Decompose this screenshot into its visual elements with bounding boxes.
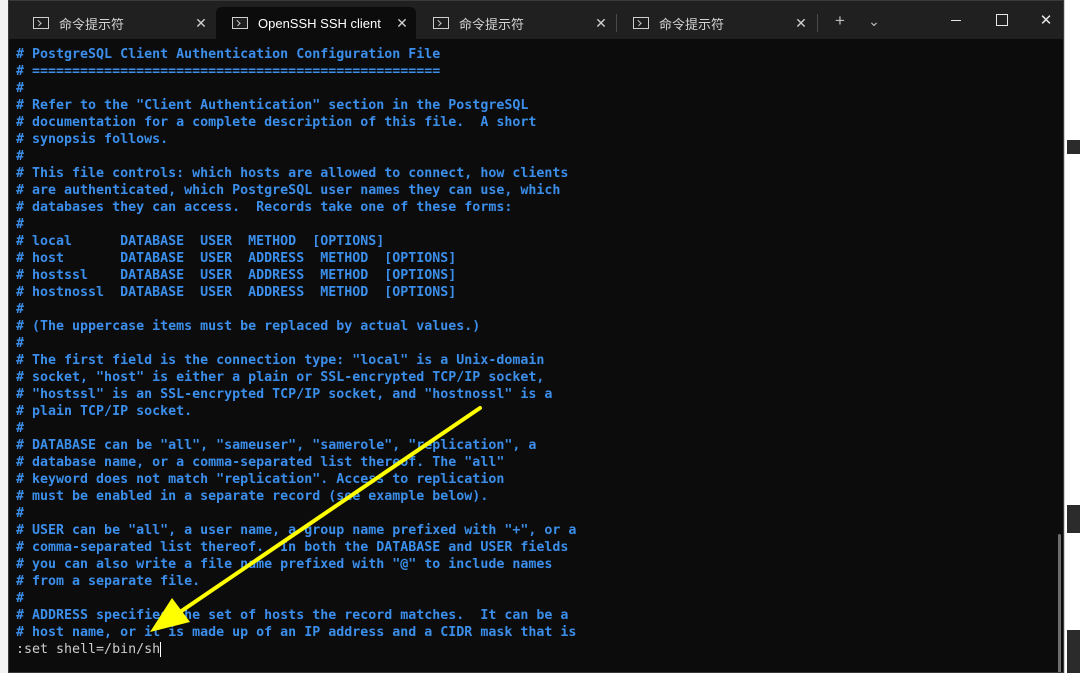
- config-comment-line: # (The uppercase items must be replaced …: [16, 319, 481, 334]
- config-comment-line: # must be enabled in a separate record (…: [16, 489, 489, 504]
- config-comment-line: # local DATABASE USER METHOD [OPTIONS]: [16, 234, 385, 249]
- config-comment-line: # hostssl DATABASE USER ADDRESS METHOD […: [16, 268, 457, 283]
- new-tab-button[interactable]: +: [826, 7, 854, 35]
- config-comment-line: # DATABASE can be "all", "sameuser", "sa…: [16, 438, 537, 453]
- config-comment-line: #: [16, 506, 25, 521]
- tab-divider: [817, 14, 818, 32]
- config-comment-line: # USER can be "all", a user name, a grou…: [16, 523, 577, 538]
- minimize-icon: [951, 19, 961, 21]
- config-comment-line: # "hostssl" is an SSL-encrypted TCP/IP s…: [16, 387, 553, 402]
- close-window-button[interactable]: ✕: [1023, 1, 1063, 39]
- tab-label: 命令提示符: [659, 16, 725, 32]
- config-comment-line: # documentation for a complete descripti…: [16, 115, 537, 130]
- command-text: :set shell=/bin/sh: [16, 642, 161, 657]
- config-comment-line: # ADDRESS specifies the set of hosts the…: [16, 608, 569, 623]
- maximize-icon: [996, 14, 1008, 26]
- config-comment-line: # Refer to the "Client Authentication" s…: [16, 98, 529, 113]
- config-comment-line: # socket, "host" is either a plain or SS…: [16, 370, 545, 385]
- config-comment-line: # databases they can access. Records tak…: [16, 200, 513, 215]
- config-comment-line: #: [16, 421, 25, 436]
- config-comment-line: # The first field is the connection type…: [16, 353, 545, 368]
- config-comment-line: # hostnossl DATABASE USER ADDRESS METHOD…: [16, 285, 457, 300]
- terminal-output[interactable]: # PostgreSQL Client Authentication Confi…: [9, 39, 1055, 672]
- config-comment-line: # host DATABASE USER ADDRESS METHOD [OPT…: [16, 251, 457, 266]
- config-comment-line: # from a separate file.: [16, 574, 201, 589]
- config-comment-line: # comma-separated list thereof. In both …: [16, 540, 569, 555]
- terminal-icon: [433, 17, 449, 29]
- tab-label: 命令提示符: [459, 16, 525, 32]
- config-comment-line: # database name, or a comma-separated li…: [16, 455, 505, 470]
- config-comment-line: #: [16, 149, 25, 164]
- terminal-icon: [232, 17, 248, 29]
- config-comment-line: # ======================================…: [16, 64, 441, 79]
- config-comment-line: #: [16, 217, 25, 232]
- minimize-button[interactable]: [933, 1, 979, 39]
- vim-command-line[interactable]: :set shell=/bin/sh: [16, 641, 162, 658]
- tab-cmd-2[interactable]: 命令提示符 ✕: [417, 7, 615, 39]
- terminal-window: 命令提示符 ✕ OpenSSH SSH client ✕ 命令提示符 ✕ 命令提…: [8, 0, 1064, 673]
- title-bar: 命令提示符 ✕ OpenSSH SSH client ✕ 命令提示符 ✕ 命令提…: [9, 1, 1063, 39]
- config-comment-line: # PostgreSQL Client Authentication Confi…: [16, 47, 441, 62]
- close-tab-icon[interactable]: ✕: [388, 15, 416, 32]
- config-comment-line: # you can also write a file name prefixe…: [16, 557, 553, 572]
- scrollbar[interactable]: [1055, 39, 1063, 672]
- tab-openssh-client[interactable]: OpenSSH SSH client ✕: [216, 7, 416, 39]
- tab-label: 命令提示符: [59, 16, 125, 32]
- config-comment-line: # are authenticated, which PostgreSQL us…: [16, 183, 561, 198]
- background-window-left-edge: [0, 0, 8, 673]
- config-comment-line: #: [16, 302, 25, 317]
- tab-cmd-3[interactable]: 命令提示符 ✕: [617, 7, 815, 39]
- close-tab-icon[interactable]: ✕: [787, 15, 815, 32]
- terminal-icon: [33, 17, 49, 29]
- tab-cmd-1[interactable]: 命令提示符 ✕: [17, 7, 215, 39]
- config-comment-line: # host name, or it is made up of an IP a…: [16, 625, 577, 640]
- tab-label: OpenSSH SSH client: [258, 15, 381, 31]
- text-cursor: [160, 641, 162, 657]
- close-tab-icon[interactable]: ✕: [187, 15, 215, 32]
- config-comment-line: # synopsis follows.: [16, 132, 169, 147]
- background-window-right-edge: [1064, 0, 1080, 673]
- config-comment-line: # keyword does not match "replication". …: [16, 472, 505, 487]
- close-tab-icon[interactable]: ✕: [587, 15, 615, 32]
- config-comment-line: # plain TCP/IP socket.: [16, 404, 193, 419]
- config-comment-line: #: [16, 336, 25, 351]
- config-comment-line: # This file controls: which hosts are al…: [16, 166, 569, 181]
- scrollbar-thumb[interactable]: [1058, 534, 1061, 672]
- config-comment-line: #: [16, 81, 25, 96]
- maximize-button[interactable]: [979, 1, 1025, 39]
- terminal-icon: [633, 17, 649, 29]
- config-comment-line: #: [16, 591, 25, 606]
- tab-dropdown-button[interactable]: ⌄: [860, 7, 888, 35]
